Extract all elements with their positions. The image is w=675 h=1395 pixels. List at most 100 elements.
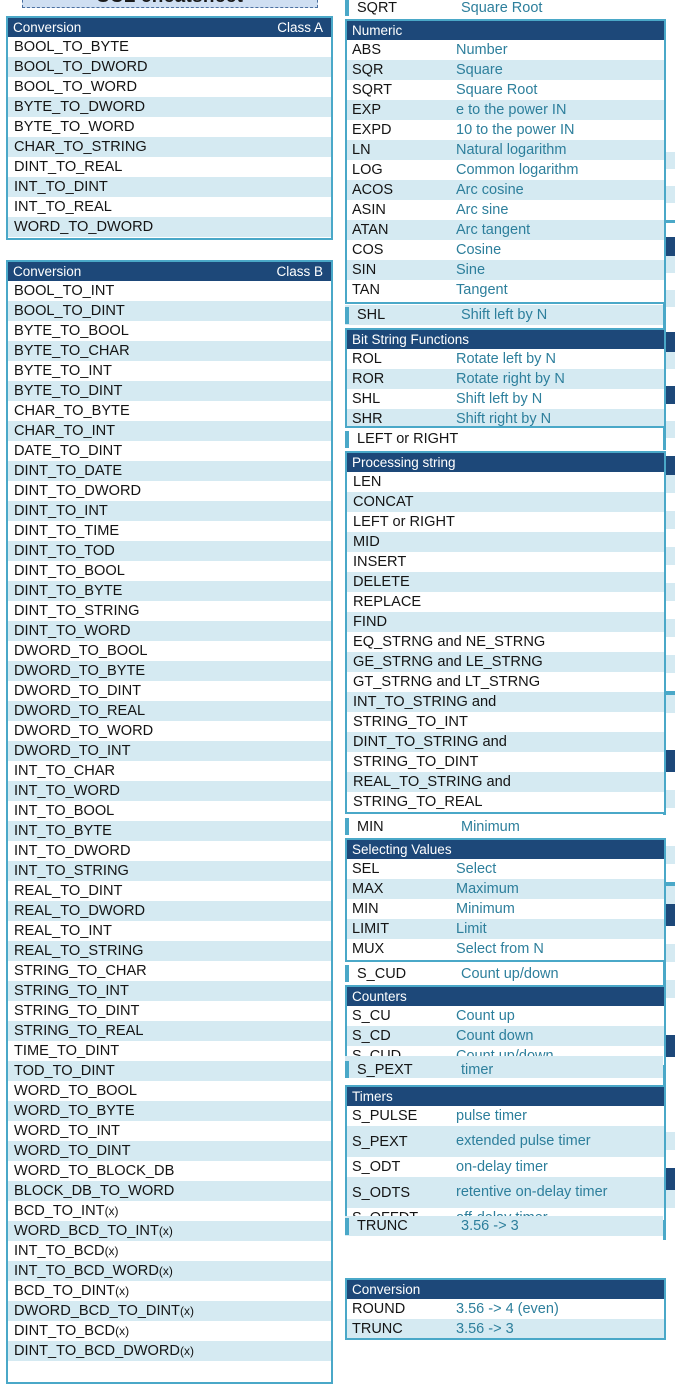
row-label: BYTE_TO_BOOL — [14, 323, 129, 339]
ghost-bar — [345, 1217, 349, 1235]
ghost-desc: timer — [461, 1062, 494, 1078]
panel-conversion-class-b: Conversion Class B BOOL_TO_INT BOOL_TO_DI… — [6, 260, 333, 1384]
row-label-suffix: (x) — [115, 1324, 130, 1338]
row-key: TAN — [352, 282, 380, 298]
header-label: Numeric — [352, 23, 403, 38]
table-body-class-a: BOOL_TO_BYTE BOOL_TO_DWORD BOOL_TO_WORD BYT… — [8, 37, 331, 237]
row-label: INSERT — [353, 554, 407, 570]
row-label: DINT_TO_TOD — [14, 543, 115, 559]
bg-stripe — [666, 223, 675, 237]
ghost-row-shl: SHL Shift left by N — [345, 305, 663, 325]
row-label: BYTE_TO_DWORD — [14, 99, 146, 115]
row-label: DWORD_BCD_TO_DINT — [14, 1303, 180, 1319]
row-label: BYTE_TO_WORD — [14, 119, 135, 135]
panel-header-processing-string: Processing string — [347, 453, 664, 472]
table-row: LOG Common logarithm — [347, 160, 664, 180]
row-label-suffix: (x) — [179, 1304, 194, 1318]
table-body-timers: S_PULSE pulse timer S_PEXT extended pulse t… — [347, 1106, 664, 1220]
table-row: S_ODT on-delay timer — [347, 1157, 664, 1177]
table-row: BYTE_TO_DINT — [8, 381, 331, 401]
table-row: BOOL_TO_DWORD — [8, 57, 331, 77]
row-desc: Common logarithm — [456, 162, 579, 178]
bg-stripe — [666, 493, 675, 511]
table-row: BYTE_TO_INT — [8, 361, 331, 381]
table-row: DINT_TO_WORD — [8, 621, 331, 641]
row-label: REAL_TO_STRING — [14, 943, 144, 959]
row-desc: Number — [456, 42, 508, 58]
table-row: INT_TO_BCD_WORD (x) — [8, 1261, 331, 1281]
row-label: DINT_TO_TIME — [14, 523, 120, 539]
row-label: INT_TO_REAL — [14, 199, 112, 215]
row-label: STRING_TO_INT — [14, 983, 129, 999]
bg-stripe — [666, 369, 675, 386]
bg-stripe — [666, 926, 675, 944]
row-desc: Rotate right by N — [456, 371, 565, 387]
ghost-bar — [345, 306, 349, 324]
row-label: DWORD_TO_REAL — [14, 703, 146, 719]
table-body-conversion-round: ROUND 3.56 -> 4 (even) TRUNC 3.56 -> 3 — [347, 1299, 664, 1338]
row-label: BYTE_TO_CHAR — [14, 343, 130, 359]
row-key: ABS — [352, 42, 382, 58]
ghost-key: MIN — [357, 818, 384, 835]
panel-numeric: Numeric ABS Number SQR Square SQRT Square Roo… — [345, 19, 666, 304]
table-row: TIME_TO_DINT — [8, 1041, 331, 1061]
row-label: DWORD_TO_BOOL — [14, 643, 148, 659]
ghost-row-sqrt: SQRT Square Root — [345, 0, 663, 17]
row-key: EXPD — [352, 122, 392, 138]
row-key: TRUNC — [352, 1321, 403, 1337]
ghost-bar — [345, 965, 349, 982]
row-label: DINT_TO_DATE — [14, 463, 123, 479]
table-row: STRING_TO_INT — [347, 712, 664, 732]
table-row: DATE_TO_DINT — [8, 441, 331, 461]
row-label: STRING_TO_DINT — [14, 1003, 140, 1019]
row-label: REAL_TO_DWORD — [14, 903, 146, 919]
table-body-bit-string: ROL Rotate left by N ROR Rotate right by N S… — [347, 349, 664, 426]
table-row: REAL_TO_DWORD — [8, 901, 331, 921]
table-row: REPLACE — [347, 592, 664, 612]
row-key: S_CU — [352, 1008, 391, 1024]
row-key: S_CD — [352, 1028, 391, 1044]
table-row: SIN Sine — [347, 260, 664, 280]
row-label-suffix: (x) — [158, 1224, 173, 1238]
row-label: CHAR_TO_BYTE — [14, 403, 130, 419]
table-row: DINT_TO_REAL — [8, 157, 331, 177]
row-label: INT_TO_DINT — [14, 179, 108, 195]
table-row: STRING_TO_CHAR — [8, 961, 331, 981]
row-label: GT_STRNG and LT_STRNG — [353, 674, 541, 690]
table-row: INT_TO_DINT — [8, 177, 331, 197]
row-key: SHL — [352, 391, 381, 407]
row-key: LN — [352, 142, 371, 158]
table-body-class-b: BOOL_TO_INT BOOL_TO_DINT BYTE_TO_BOOL BYTE_… — [8, 281, 331, 1361]
ghost-bar — [345, 430, 349, 448]
row-label: INT_TO_DWORD — [14, 843, 131, 859]
row-label: WORD_BCD_TO_INT — [14, 1223, 159, 1239]
header-label-right: Class A — [277, 20, 323, 35]
ghost-key: S_CUD — [357, 965, 407, 982]
row-label: TOD_TO_DINT — [14, 1063, 115, 1079]
bg-stripe — [666, 790, 675, 808]
row-label: REAL_TO_DINT — [14, 883, 123, 899]
ghost-bar — [345, 0, 349, 16]
row-key: ACOS — [352, 182, 394, 198]
table-row: S_CD Count down — [347, 1026, 664, 1046]
bg-stripe — [666, 1150, 675, 1168]
row-desc: Rotate left by N — [456, 351, 556, 367]
table-row: GE_STRNG and LE_STRNG — [347, 652, 664, 672]
panel-header-timers: Timers — [347, 1087, 664, 1106]
bg-stripe — [666, 273, 675, 290]
table-row: CONCAT — [347, 492, 664, 512]
row-desc: 3.56 -> 4 (even) — [456, 1301, 559, 1317]
row-label-suffix: (x) — [179, 1344, 194, 1358]
header-label: Counters — [352, 989, 407, 1004]
row-label: STRING_TO_REAL — [353, 794, 483, 810]
table-row: SHL Shift left by N — [347, 389, 664, 409]
bg-stripe — [666, 256, 675, 273]
table-row: DINT_TO_STRING and — [347, 732, 664, 752]
row-label: BOOL_TO_WORD — [14, 79, 137, 95]
ghost-desc: Square Root — [461, 0, 543, 16]
row-desc: Arc sine — [456, 202, 509, 218]
bg-stripe — [666, 713, 675, 731]
table-row: GT_STRNG and LT_STRNG — [347, 672, 664, 692]
table-row: SQR Square — [347, 60, 664, 80]
row-label: LEFT or RIGHT — [353, 514, 455, 530]
